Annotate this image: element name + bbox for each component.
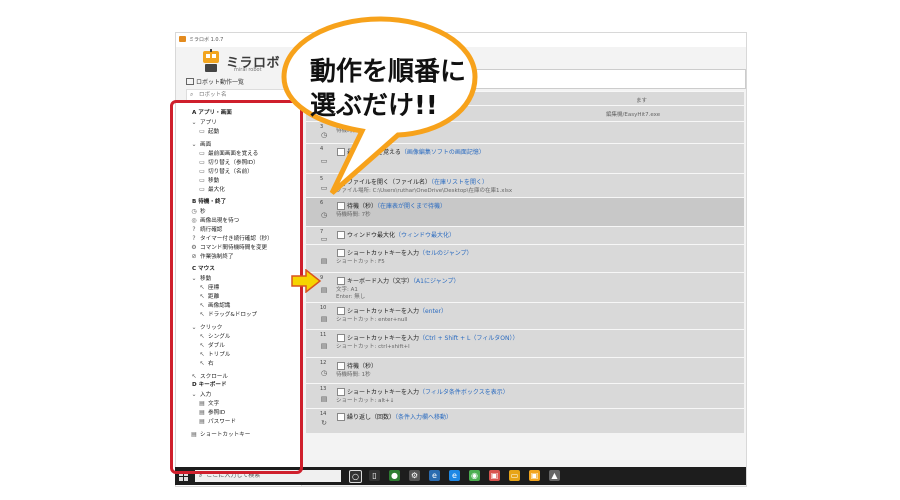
step-note: （フィルタ条件ボックスを表示） <box>419 389 509 396</box>
step-number: 14 <box>320 411 327 417</box>
step-row[interactable]: 9 ▤ キーボード入力（文字）（A1にジャンプ） 文字: A1 Enter: 無し <box>306 272 744 303</box>
mirarobo-icon[interactable]: ▣ <box>529 470 540 481</box>
step-checkbox[interactable] <box>337 413 345 421</box>
step-checkbox[interactable] <box>337 307 345 315</box>
spotify-icon[interactable]: ● <box>389 470 400 481</box>
step-checkbox[interactable] <box>337 277 345 285</box>
step-checkbox[interactable] <box>337 362 345 370</box>
loop-icon: ↻ <box>321 419 327 427</box>
step-detail: Enter: 無し <box>336 294 366 300</box>
chrome-icon[interactable]: ◉ <box>469 470 480 481</box>
step-detail: ます <box>636 98 648 104</box>
step-detail: ショートカット: alt+↓ <box>336 398 395 404</box>
brand-subtitle: mirai robot <box>234 67 262 73</box>
step-title-text: ウィンドウ最大化 <box>347 232 396 239</box>
step-detail: ショートカット: enter+null <box>336 317 408 323</box>
step-title: ショートカットキーを入力（enter） <box>347 306 447 315</box>
step-row[interactable]: 12 ◷ 待機（秒） 待機時間: 1秒 <box>306 357 744 384</box>
callout-line-2: 選ぶだけ!! <box>310 91 438 121</box>
step-title: ショートカットキーを入力（フィルタ条件ボックスを表示） <box>347 387 509 396</box>
folder-icon[interactable]: ▭ <box>509 470 520 481</box>
step-note: （Ctrl + Shift + L（フィルタON）） <box>419 335 519 342</box>
step-row[interactable]: 11 ▤ ショートカットキーを入力（Ctrl + Shift + L（フィルタON）… <box>306 329 744 358</box>
edge-icon[interactable]: e <box>429 470 440 481</box>
step-title: 待機（秒）（在庫表が開くまで待機） <box>347 201 446 210</box>
callout-text: 動作を順番に 選ぶだけ!! <box>310 55 466 123</box>
step-note: （在庫表が開くまで待機） <box>377 203 447 210</box>
step-title: キーボード入力（文字）（A1にジャンプ） <box>347 276 459 285</box>
keyboard-icon: ▤ <box>320 257 328 265</box>
cortana-icon[interactable]: ○ <box>349 470 362 483</box>
step-note: （A1にジャンプ） <box>413 278 460 285</box>
step-detail: 編集機/EasyHit7.exe <box>606 112 661 118</box>
keyboard-icon: ▤ <box>320 342 328 350</box>
step-title: ショートカットキーを入力（Ctrl + Shift + L（フィルタON）） <box>347 333 518 342</box>
step-number: 10 <box>320 305 327 311</box>
step-checkbox[interactable] <box>337 231 345 239</box>
step-row[interactable]: 13 ▤ ショートカットキーを入力（フィルタ条件ボックスを表示） ショートカット: a… <box>306 383 744 409</box>
step-detail: 待機時間: 7秒 <box>336 212 371 218</box>
step-title: 待機（秒） <box>347 361 377 370</box>
step-title-text: ショートカットキーを入力 <box>347 250 420 257</box>
step-row[interactable]: 14 ↻ 繰り返し（回数）（条件入力欄へ移動） <box>306 408 744 433</box>
ie-icon[interactable]: e <box>449 470 460 481</box>
settings-icon[interactable]: ⚙ <box>409 470 420 481</box>
robot-list-label: ロボット動作一覧 <box>196 79 245 86</box>
step-number: 13 <box>320 386 327 392</box>
step-title-text: ショートカットキーを入力 <box>347 335 420 342</box>
step-title-text: 繰り返し（回数） <box>347 414 396 421</box>
step-detail: 待機時間: 1秒 <box>336 372 371 378</box>
keyboard-icon: ▤ <box>320 394 328 403</box>
step-title-text: 待機（秒） <box>347 203 378 210</box>
step-number: 6 <box>320 200 324 206</box>
step-title: ショートカットキーを入力（セルのジャンプ） <box>347 248 473 257</box>
step-number: 12 <box>320 360 327 366</box>
step-checkbox[interactable] <box>337 202 345 210</box>
list-icon <box>186 78 194 85</box>
app-icon[interactable]: ▣ <box>489 470 500 481</box>
step-note: （ウィンドウ最大化） <box>395 232 456 239</box>
keyboard-icon: ▤ <box>320 314 328 323</box>
clock-icon: ◷ <box>320 369 328 377</box>
robot-logo-icon <box>203 49 219 72</box>
callout-line-1: 動作を順番に <box>310 57 467 87</box>
step-title: 繰り返し（回数）（条件入力欄へ移動） <box>347 412 452 421</box>
app-icon <box>179 36 186 42</box>
search-icon: ⌕ <box>190 91 194 98</box>
image-icon[interactable]: ▲ <box>549 470 560 481</box>
arrow-icon <box>291 269 322 293</box>
step-row[interactable]: 7 ▭ ウィンドウ最大化（ウィンドウ最大化） <box>306 226 744 245</box>
step-note: （セルのジャンプ） <box>419 250 473 257</box>
step-detail: ショートカット: ctrl+shift+l <box>336 344 410 350</box>
step-note: （条件入力欄へ移動） <box>395 414 453 421</box>
step-row[interactable]: 10 ▤ ショートカットキーを入力（enter） ショートカット: enter+nul… <box>306 302 744 330</box>
task-view-icon[interactable]: ▯ <box>369 470 380 481</box>
step-detail: ショートカット: F5 <box>336 259 385 265</box>
step-row[interactable]: ▤ ショートカットキーを入力（セルのジャンプ） ショートカット: F5 <box>306 244 744 273</box>
window-title: ミラロボ 1.0.7 <box>189 37 224 43</box>
step-checkbox[interactable] <box>337 388 345 396</box>
step-checkbox[interactable] <box>337 249 345 257</box>
step-checkbox[interactable] <box>337 334 345 342</box>
step-title-text: 待機（秒） <box>347 363 378 370</box>
clock-icon: ◷ <box>320 210 328 219</box>
step-number: 11 <box>320 332 327 338</box>
step-title-text: ショートカットキーを入力 <box>347 308 420 315</box>
step-row[interactable]: 6 ◷ 待機（秒）（在庫表が開くまで待機） 待機時間: 7秒 <box>306 197 744 227</box>
step-title-text: ショートカットキーを入力 <box>347 389 420 396</box>
step-title-text: キーボード入力（文字） <box>347 278 414 285</box>
step-note: （enter） <box>419 308 448 315</box>
window-icon: ▭ <box>320 235 328 243</box>
step-title: ウィンドウ最大化（ウィンドウ最大化） <box>347 230 455 239</box>
